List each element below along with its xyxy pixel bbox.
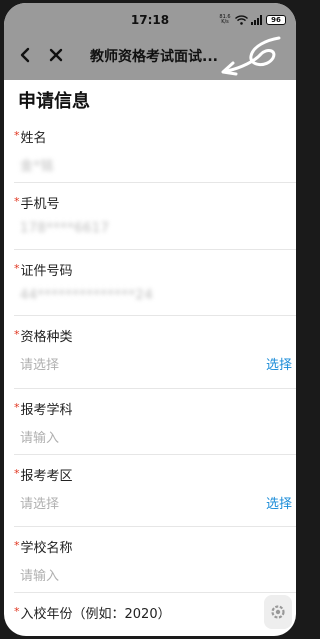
subject-label: 报考学科 [20, 403, 73, 418]
required-mark: * [14, 467, 20, 480]
school-name-input[interactable]: 请输入 [20, 565, 59, 584]
back-button[interactable] [16, 45, 36, 65]
school-name-label: 学校名称 [20, 541, 73, 556]
exam-area-label: 报考考区 [20, 469, 73, 484]
id-number-label: 证件号码 [20, 264, 73, 279]
exam-area-select-button[interactable]: 选择 [266, 493, 292, 512]
enrollment-year-label: 入校年份（例如：2020） [20, 607, 171, 622]
id-number-value: 44**************24 [20, 288, 154, 303]
wifi-icon [235, 15, 248, 25]
required-mark: * [14, 539, 20, 552]
qualification-type-select-button[interactable]: 选择 [266, 354, 292, 373]
required-mark: * [14, 195, 20, 208]
school-name-field[interactable]: *学校名称 请输入 [14, 527, 296, 593]
header: 17:18 81.6 K/s 96 教师资格考试面试... [4, 3, 296, 80]
close-icon [49, 48, 63, 62]
subject-input[interactable]: 请输入 [20, 427, 59, 446]
page-title: 教师资格考试面试... [90, 49, 218, 65]
close-button[interactable] [46, 45, 66, 65]
exam-area-field[interactable]: *报考考区 请选择 选择 [14, 455, 296, 527]
qualification-type-placeholder: 请选择 [20, 358, 60, 373]
exam-area-placeholder: 请选择 [20, 497, 60, 512]
name-label: 姓名 [20, 131, 47, 146]
gesture-arrow-mark [221, 36, 281, 76]
form-content: 申请信息 *姓名 金*铭 *手机号 178****6617 *证件号码 44**… [4, 80, 296, 636]
network-speed: 81.6 K/s [219, 14, 231, 25]
status-bar: 17:18 81.6 K/s 96 [4, 3, 296, 33]
phone-field[interactable]: *手机号 178****6617 [14, 183, 296, 250]
settings-gear-icon [271, 605, 285, 619]
section-title: 申请信息 [18, 91, 90, 112]
back-arrow-icon [20, 47, 30, 63]
id-number-field[interactable]: *证件号码 44**************24 [14, 250, 296, 316]
phone-value: 178****6617 [20, 221, 110, 236]
required-mark: * [14, 328, 20, 341]
required-mark: * [14, 129, 20, 142]
battery-icon: 96 [266, 15, 286, 25]
qualification-type-field[interactable]: *资格种类 请选择 选择 [14, 316, 296, 389]
status-indicators: 81.6 K/s 96 [218, 14, 286, 26]
phone-label: 手机号 [20, 197, 60, 212]
floating-settings-button[interactable] [264, 595, 292, 629]
nav-bar: 教师资格考试面试... [4, 33, 296, 79]
name-value: 金*铭 [20, 159, 55, 174]
required-mark: * [14, 401, 20, 414]
subject-field[interactable]: *报考学科 请输入 [14, 389, 296, 455]
name-field[interactable]: *姓名 金*铭 [14, 117, 296, 183]
phone-screen: 17:18 81.6 K/s 96 教师资格考试面试... 申请信息 *姓名 金… [4, 3, 296, 636]
signal-icon [251, 15, 263, 25]
enrollment-year-field[interactable]: *入校年份（例如：2020） [14, 593, 296, 636]
qualification-type-label: 资格种类 [20, 330, 73, 345]
required-mark: * [14, 262, 20, 275]
required-mark: * [14, 605, 20, 618]
